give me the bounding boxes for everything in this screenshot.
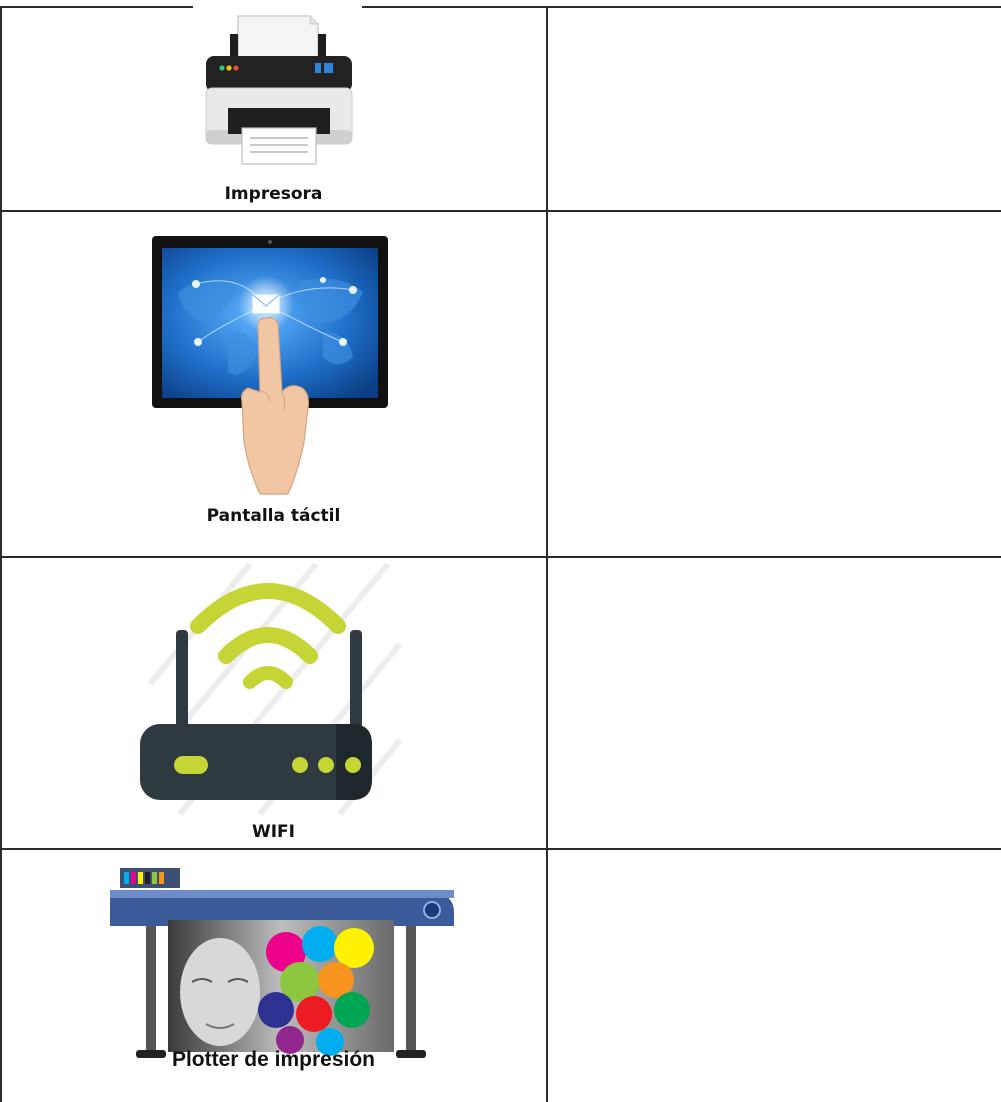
touchscreen-icon xyxy=(152,236,388,495)
answer-cell[interactable] xyxy=(548,212,1001,556)
plotter-icon xyxy=(110,868,454,1058)
answer-cell[interactable] xyxy=(548,558,1001,848)
table-row: Plotter de impresión xyxy=(0,850,1001,1102)
wifi-router-icon xyxy=(140,562,403,816)
table-row: WIFI xyxy=(0,558,1001,848)
printer-icon xyxy=(205,15,353,165)
answer-cell[interactable] xyxy=(548,850,1001,1102)
worksheet-table: Impresora Pantalla táctil WIFI Plotter d… xyxy=(0,0,1001,1102)
touchscreen-label: Pantalla táctil xyxy=(206,506,341,526)
wifi-label: WIFI xyxy=(251,822,295,842)
table-row: Pantalla táctil xyxy=(0,212,1001,556)
printer-label: Impresora xyxy=(224,184,323,204)
plotter-label: Plotter de impresión xyxy=(171,1048,376,1071)
table-row: Impresora xyxy=(0,8,1001,210)
answer-cell[interactable] xyxy=(548,8,1001,210)
